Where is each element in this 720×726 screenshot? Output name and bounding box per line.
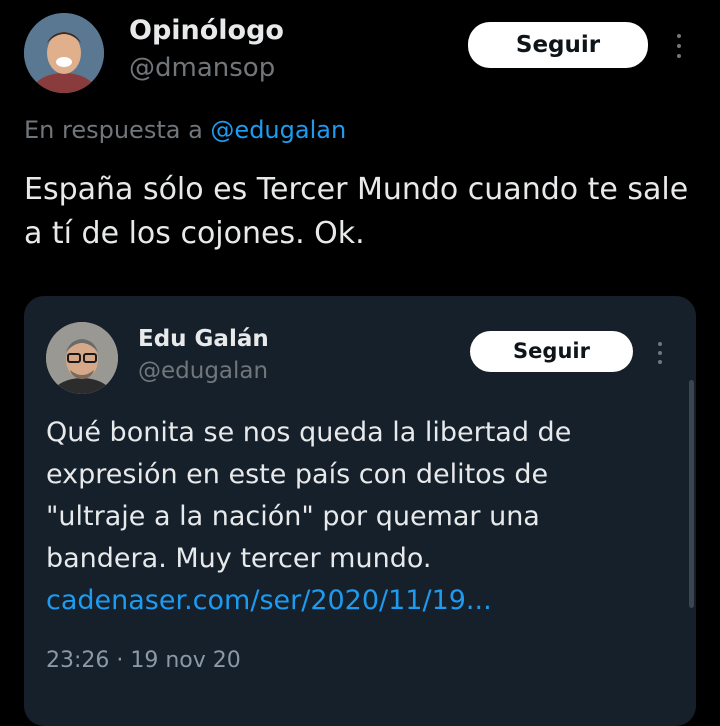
- quoted-author-avatar[interactable]: [46, 322, 118, 394]
- reply-context: En respuesta a @edugalan: [24, 116, 346, 144]
- reply-to-link[interactable]: @edugalan: [210, 116, 346, 144]
- quoted-tweet-link[interactable]: cadenaser.com/ser/2020/11/19...: [46, 585, 492, 616]
- quoted-author-name[interactable]: Edu Galán: [138, 326, 269, 352]
- quoted-tweet-body: Qué bonita se nos queda la libertad de e…: [46, 412, 656, 622]
- author-handle[interactable]: @dmansop: [129, 53, 275, 83]
- tweet-text: España sólo es Tercer Mundo cuando te sa…: [24, 172, 689, 251]
- more-options-icon[interactable]: [657, 342, 662, 364]
- reply-prefix: En respuesta a: [24, 116, 203, 144]
- author-avatar-image: [24, 13, 104, 93]
- scrollbar[interactable]: [689, 380, 694, 608]
- author-name[interactable]: Opinólogo: [129, 15, 284, 46]
- quoted-tweet-timestamp[interactable]: 23:26 · 19 nov 20: [46, 648, 241, 673]
- quoted-tweet-text: Qué bonita se nos queda la libertad de e…: [46, 417, 572, 574]
- quoted-author-avatar-image: [46, 322, 118, 394]
- author-avatar[interactable]: [24, 13, 104, 93]
- follow-button[interactable]: Seguir: [468, 22, 648, 68]
- more-options-icon[interactable]: [676, 34, 682, 58]
- quoted-author-handle[interactable]: @edugalan: [138, 358, 268, 384]
- quoted-follow-button[interactable]: Seguir: [470, 331, 633, 372]
